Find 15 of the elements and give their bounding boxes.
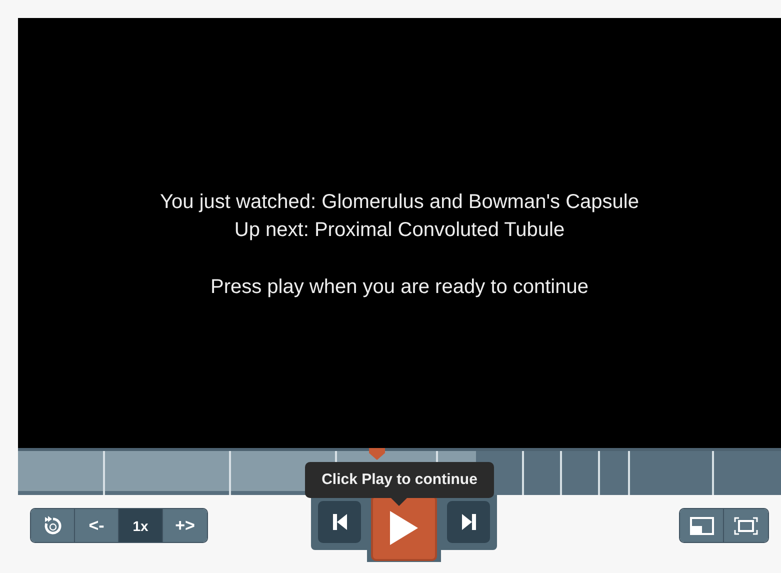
message-text: You just watched: Glomerulus and Bowman's Capsule — [160, 190, 639, 215]
play-button[interactable] — [371, 495, 437, 561]
fullscreen-icon[interactable] — [724, 509, 768, 542]
slower-button[interactable]: <- — [75, 509, 119, 542]
next-icon — [462, 514, 476, 530]
replay-icon[interactable] — [31, 509, 75, 542]
previous-button[interactable] — [318, 501, 361, 543]
speed-button[interactable]: 1x — [119, 509, 163, 542]
message-text: Up next: Proximal Convoluted Tubule — [234, 218, 565, 243]
faster-button[interactable]: +> — [163, 509, 207, 542]
previous-icon — [332, 514, 346, 530]
next-button[interactable] — [447, 501, 490, 543]
window-mode-icon[interactable] — [680, 509, 724, 542]
play-icon — [390, 511, 418, 545]
message-text: Press play when you are ready to continue — [210, 275, 588, 300]
